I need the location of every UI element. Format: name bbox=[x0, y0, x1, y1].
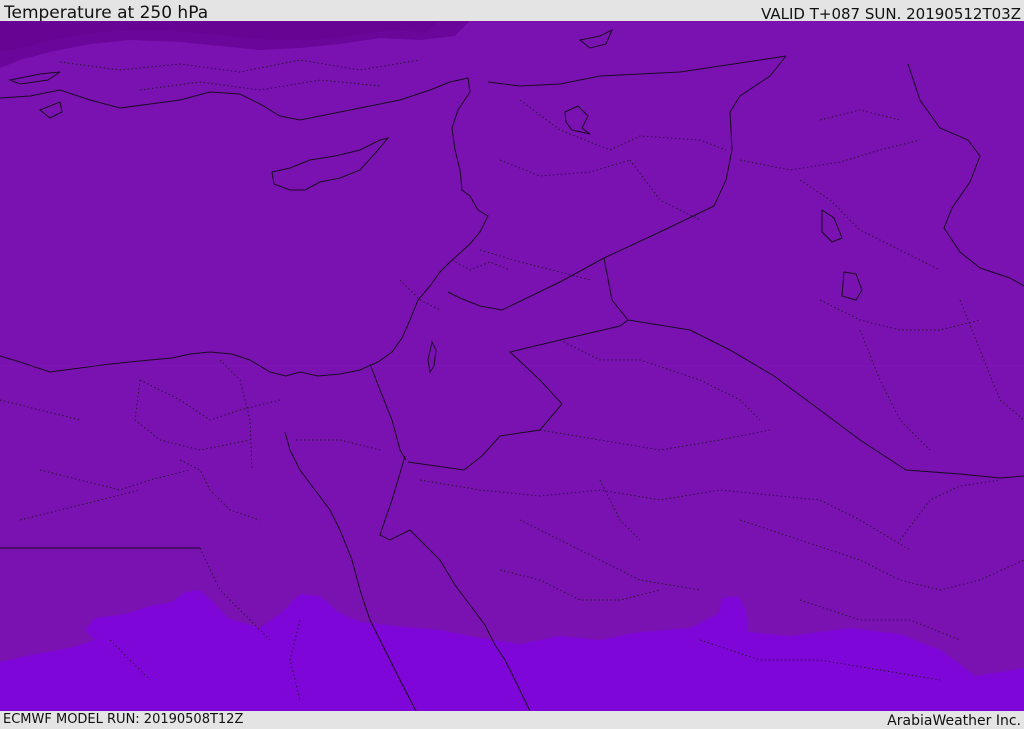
weather-map[interactable] bbox=[0, 21, 1024, 711]
map-canvas bbox=[0, 21, 1024, 711]
map-title: Temperature at 250 hPa bbox=[4, 3, 209, 23]
header-bar: Temperature at 250 hPa VALID T+087 SUN. … bbox=[0, 0, 1024, 23]
footer-bar: ECMWF MODEL RUN: 20190508T12Z ArabiaWeat… bbox=[0, 711, 1024, 729]
credit-label: ArabiaWeather Inc. bbox=[887, 713, 1021, 729]
model-run-label: ECMWF MODEL RUN: 20190508T12Z bbox=[3, 712, 244, 727]
